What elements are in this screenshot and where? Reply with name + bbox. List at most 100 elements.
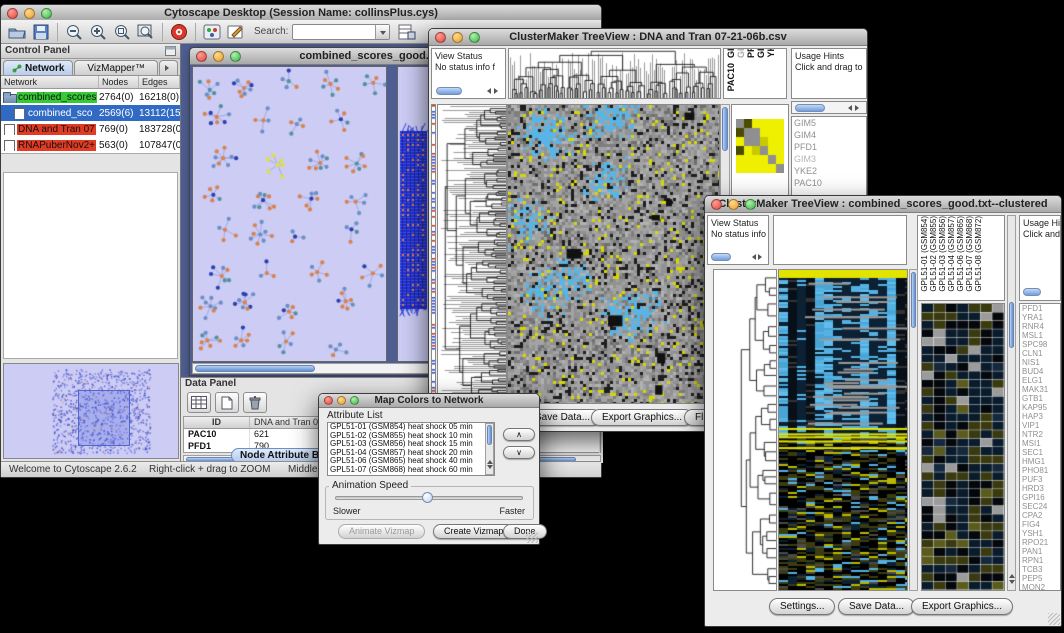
resize-grip[interactable] xyxy=(1048,613,1060,625)
scroll-left-icon[interactable] xyxy=(484,88,491,94)
scrollbar-thumb[interactable] xyxy=(436,87,462,95)
gene-label[interactable]: PFD1 xyxy=(1020,304,1060,313)
column-label[interactable]: PFD1 xyxy=(746,48,756,58)
gene-label[interactable]: SPC98 xyxy=(1020,340,1060,349)
scroll-right-icon[interactable] xyxy=(494,88,501,94)
network-list-row[interactable]: combined_sco 2569(6) 13112(15) xyxy=(1,105,180,121)
gene-label[interactable]: GIM4 xyxy=(792,129,866,141)
detail-heatmap[interactable] xyxy=(921,303,1005,591)
gene-label[interactable]: SEC1 xyxy=(1020,448,1060,457)
zoom-out-icon[interactable] xyxy=(63,22,85,42)
zoom-button[interactable] xyxy=(745,199,756,210)
tab-vizmapper[interactable]: VizMapper™ xyxy=(74,60,158,75)
scrollbar-thumb[interactable] xyxy=(795,104,825,112)
column-label[interactable]: GPL51-02 (GSM855) xyxy=(929,216,938,292)
zoom-button[interactable] xyxy=(469,32,480,43)
dialog-titlebar[interactable]: Map Colors to Network xyxy=(319,394,539,408)
gene-label[interactable]: GTB1 xyxy=(1020,394,1060,403)
gene-label[interactable]: HRD3 xyxy=(1020,484,1060,493)
global-heatmap[interactable] xyxy=(507,104,720,404)
gene-label[interactable]: YRA1 xyxy=(1020,313,1060,322)
scroll-down-icon[interactable] xyxy=(487,465,493,472)
row-dendrogram[interactable] xyxy=(713,269,777,591)
gene-label[interactable]: HMG1 xyxy=(1020,457,1060,466)
gene-label[interactable]: MAK31 xyxy=(1020,385,1060,394)
gene-label[interactable]: RPO21 xyxy=(1020,538,1060,547)
zoom-button[interactable] xyxy=(41,8,52,19)
attribute-list-vscrollbar[interactable] xyxy=(485,423,494,475)
minimize-button[interactable] xyxy=(452,32,463,43)
gene-label[interactable]: MON2 xyxy=(1020,583,1060,591)
float-panel-icon[interactable] xyxy=(165,46,176,56)
scrollbar-thumb[interactable] xyxy=(1009,302,1014,348)
gene-label[interactable]: BUD4 xyxy=(1020,367,1060,376)
column-label[interactable]: GPL51-06 (GSM865) xyxy=(956,216,965,292)
column-label[interactable]: GPL51-04 (GSM857) xyxy=(947,216,956,292)
gene-label[interactable]: MSI1 xyxy=(1020,439,1060,448)
treeview-button[interactable]: Save Data... xyxy=(838,598,915,615)
gene-label[interactable]: GIM5 xyxy=(792,117,866,129)
plugin-manager-icon[interactable] xyxy=(201,22,223,42)
gene-label[interactable]: PAC10 xyxy=(792,177,866,189)
animation-slider-thumb[interactable] xyxy=(422,492,433,503)
scrollbar-thumb[interactable] xyxy=(911,272,916,328)
move-up-button[interactable]: ∧ xyxy=(503,428,535,441)
scrollbar-thumb[interactable] xyxy=(711,253,731,261)
column-dendrogram[interactable] xyxy=(508,48,721,99)
gene-label[interactable]: HAP3 xyxy=(1020,412,1060,421)
column-label[interactable]: PAC10 xyxy=(726,63,736,91)
gene-label[interactable]: ELG1 xyxy=(1020,376,1060,385)
heatmap-vscrollbar[interactable] xyxy=(909,269,918,591)
scroll-right-icon[interactable] xyxy=(758,254,765,260)
close-button[interactable] xyxy=(435,32,446,43)
network-list-row[interactable]: combined_scores 2764(0) 16218(0) xyxy=(1,89,180,105)
scroll-left-icon[interactable] xyxy=(845,105,852,111)
gene-label[interactable]: PUF3 xyxy=(1020,475,1060,484)
minimize-button[interactable] xyxy=(213,51,224,62)
column-label[interactable]: GPL51-01 (GSM854) xyxy=(920,216,929,292)
gene-label[interactable]: TCB3 xyxy=(1020,565,1060,574)
resize-grip[interactable] xyxy=(526,531,538,543)
gene-label[interactable]: MSL1 xyxy=(1020,331,1060,340)
gene-label[interactable]: PAN1 xyxy=(1020,547,1060,556)
zoom-fit-icon[interactable] xyxy=(135,22,157,42)
treeview-button[interactable]: Export Graphics... xyxy=(911,598,1013,615)
column-label[interactable]: GPL51-08 (GSM872) xyxy=(974,216,983,292)
gene-label[interactable]: FIG4 xyxy=(1020,520,1060,529)
network-canvas-grid-cluster[interactable] xyxy=(397,66,430,362)
move-down-button[interactable]: ∨ xyxy=(503,446,535,459)
minimize-button[interactable] xyxy=(728,199,739,210)
column-label[interactable]: YKE2 xyxy=(766,48,776,58)
zoom-button[interactable] xyxy=(350,396,359,405)
tab-overflow-button[interactable] xyxy=(159,60,178,75)
dialog-button[interactable]: Animate Vizmap xyxy=(338,524,425,539)
annotation-icon[interactable] xyxy=(225,22,247,42)
scrollbar-thumb[interactable] xyxy=(722,107,728,151)
gene-label[interactable]: CPA2 xyxy=(1020,511,1060,520)
column-dendrogram-area[interactable] xyxy=(773,215,907,265)
birds-eye-view[interactable] xyxy=(3,363,179,459)
zoom-button[interactable] xyxy=(230,51,241,62)
search-input[interactable] xyxy=(292,24,390,40)
gene-label[interactable]: PFD1 xyxy=(792,141,866,153)
gene-label[interactable]: YKE2 xyxy=(792,165,866,177)
gene-label[interactable]: GIM3 xyxy=(792,153,866,165)
network-list-row[interactable]: DNA and Tran 07 769(0) 183728(0) xyxy=(1,121,180,137)
gene-label[interactable]: NIS1 xyxy=(1020,358,1060,367)
gene-label[interactable]: NTR2 xyxy=(1020,430,1060,439)
new-attribute-icon[interactable] xyxy=(215,392,239,413)
tab-network[interactable]: Network xyxy=(3,60,73,75)
gene-label[interactable]: RNR4 xyxy=(1020,322,1060,331)
scroll-up-icon[interactable] xyxy=(1009,571,1015,578)
scrollbar-thumb[interactable] xyxy=(487,425,492,445)
network-canvas[interactable] xyxy=(192,66,387,362)
row-dendrogram[interactable] xyxy=(437,104,507,404)
delete-attribute-icon[interactable] xyxy=(243,392,267,413)
global-heatmap[interactable] xyxy=(778,269,908,591)
treeview1-titlebar[interactable]: ClusterMaker TreeView : DNA and Tran 07-… xyxy=(429,29,867,46)
gene-label[interactable]: YSH1 xyxy=(1020,529,1060,538)
column-label[interactable]: GIM5 xyxy=(726,48,736,58)
minimize-button[interactable] xyxy=(24,8,35,19)
column-label[interactable]: GPL51-03 (GSM856) xyxy=(938,216,947,292)
close-button[interactable] xyxy=(711,199,722,210)
